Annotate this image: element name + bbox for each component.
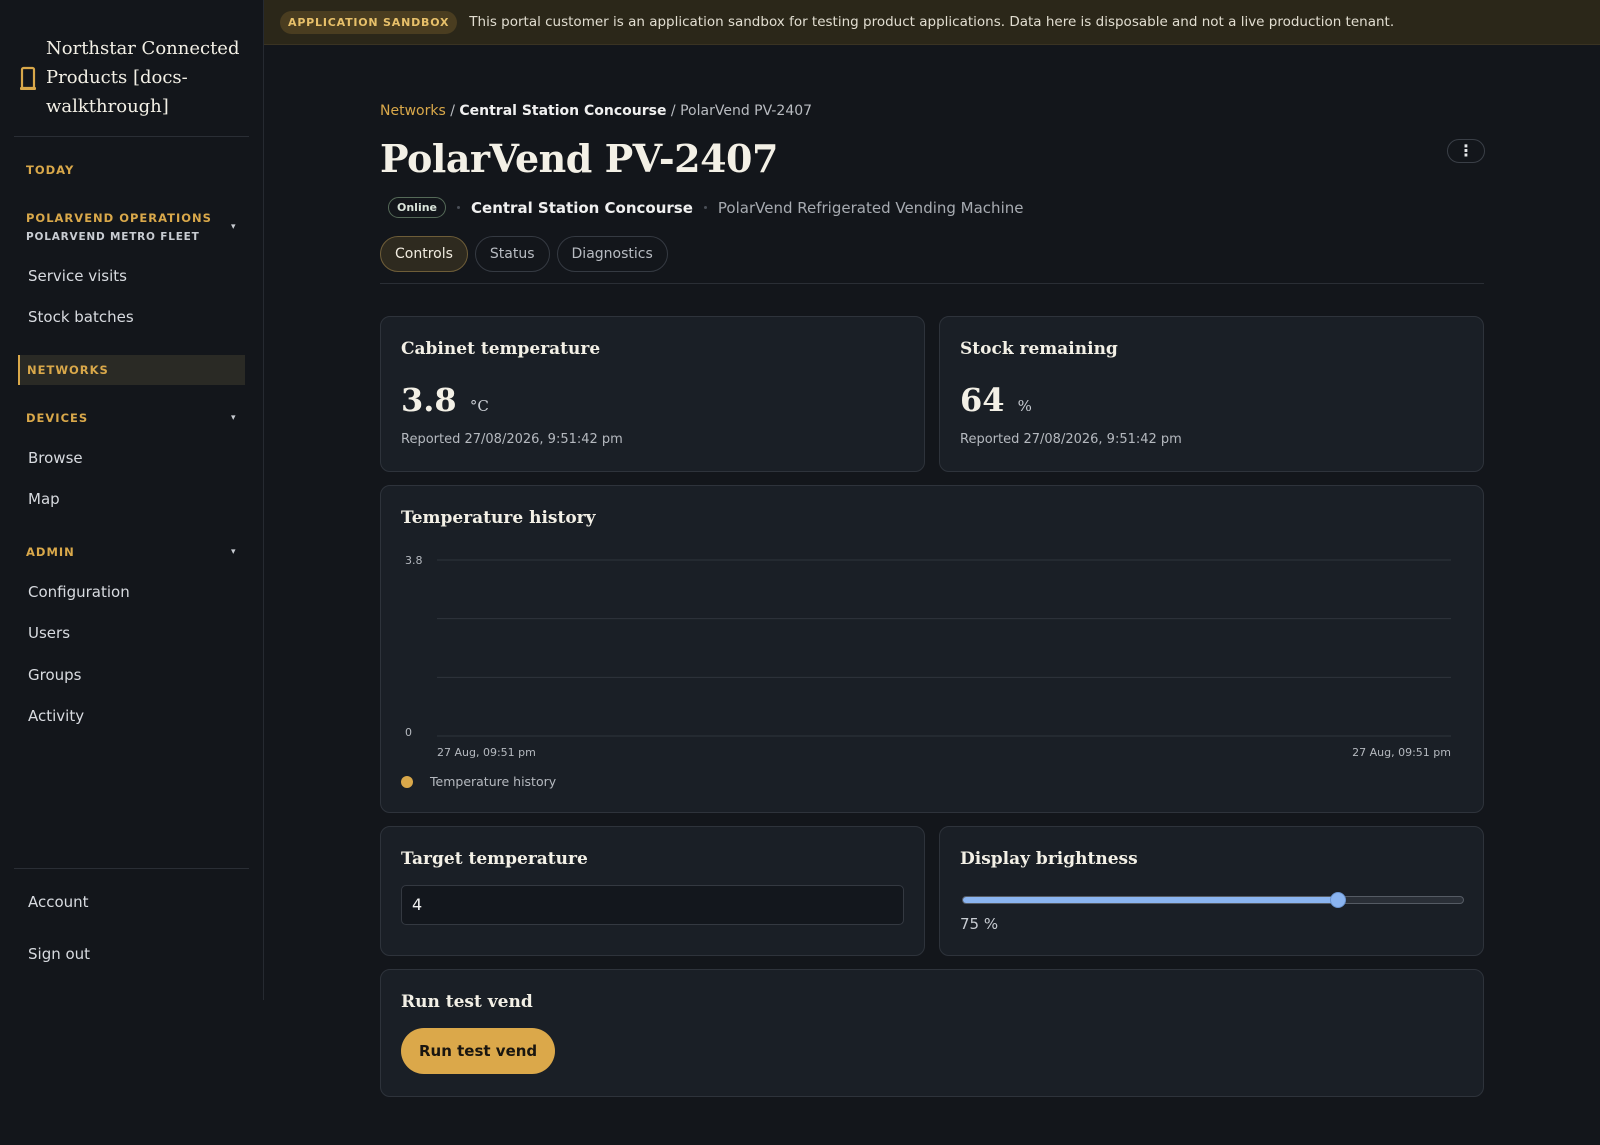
test-vend-card: Run test vend Run test vend xyxy=(380,969,1484,1097)
temperature-history-chart: 3.8 0 27 Aug, 09:51 pm 27 Aug, 09:51 pm xyxy=(405,554,1451,759)
vending-machine-icon xyxy=(20,66,36,90)
temperature-history-card: Temperature history 3.8 0 27 Aug, 09:51 pm… xyxy=(380,485,1484,813)
breadcrumb-separator: / xyxy=(666,103,681,119)
breadcrumb-separator: / xyxy=(445,103,460,119)
brand[interactable]: Northstar Connected Products [docs- walk… xyxy=(18,34,248,121)
reported-timestamp: Reported 27/08/2026, 9:51:42 pm xyxy=(401,432,623,447)
card-title: Display brightness xyxy=(960,849,1138,869)
x-tick-label: 27 Aug, 09:51 pm xyxy=(437,746,536,759)
tab-diagnostics[interactable]: Diagnostics xyxy=(556,236,668,272)
nav-devices-title[interactable]: DEVICES xyxy=(26,411,88,425)
display-brightness-card: Display brightness 75 % xyxy=(939,826,1484,956)
nav-item-account[interactable]: Account xyxy=(28,893,89,911)
sandbox-banner: APPLICATION SANDBOX This portal customer… xyxy=(264,0,1600,45)
legend-swatch xyxy=(401,775,413,788)
nav-item-configuration[interactable]: Configuration xyxy=(28,583,130,601)
device-location: Central Station Concourse xyxy=(471,198,693,217)
page-title: PolarVend PV-2407 xyxy=(380,136,778,181)
chart-legend: Temperature history xyxy=(401,774,556,789)
metric-value: 64 xyxy=(960,381,1005,419)
device-meta: Online Central Station Concourse PolarVe… xyxy=(388,197,1023,218)
brand-name: Northstar Connected Products [docs- walk… xyxy=(46,38,240,117)
separator-dot xyxy=(703,206,707,209)
nav-item-networks[interactable]: NETWORKS xyxy=(18,355,245,385)
sidebar: Northstar Connected Products [docs- walk… xyxy=(0,0,264,1000)
breadcrumb-current: PolarVend PV-2407 xyxy=(680,103,813,119)
cabinet-temperature-card: Cabinet temperature 3.8 °C Reported 27/0… xyxy=(380,316,925,472)
run-test-vend-button[interactable]: Run test vend xyxy=(401,1028,556,1074)
metric-value: 3.8 xyxy=(401,381,457,419)
device-model: PolarVend Refrigerated Vending Machine xyxy=(717,198,1024,217)
nav-item-service-visits[interactable]: Service visits xyxy=(28,267,127,285)
card-title: Run test vend xyxy=(401,992,533,1012)
breadcrumb-location[interactable]: Central Station Concourse xyxy=(459,103,666,119)
breadcrumb: Networks / Central Station Concourse / P… xyxy=(380,103,812,119)
stock-remaining-value: 64 % xyxy=(960,381,1032,419)
card-title: Stock remaining xyxy=(960,339,1118,359)
reported-timestamp: Reported 27/08/2026, 9:51:42 pm xyxy=(960,432,1182,447)
breadcrumb-networks[interactable]: Networks xyxy=(380,103,446,119)
metric-unit: °C xyxy=(469,397,489,415)
status-badge: Online xyxy=(388,197,447,218)
cabinet-temperature-value: 3.8 °C xyxy=(401,381,489,419)
separator-dot xyxy=(457,206,461,209)
legend-label: Temperature history xyxy=(430,774,557,789)
card-title: Cabinet temperature xyxy=(401,339,601,359)
nav-item-stock-batches[interactable]: Stock batches xyxy=(28,308,134,326)
more-options-icon[interactable]: ⋮ xyxy=(1447,139,1485,163)
tab-bar: Controls Status Diagnostics xyxy=(380,236,675,272)
card-title: Target temperature xyxy=(401,849,588,869)
nav-org-group[interactable]: POLARVEND OPERATIONS POLARVEND METRO FLE… xyxy=(26,211,212,243)
divider xyxy=(380,283,1484,284)
divider xyxy=(14,868,249,869)
tab-status[interactable]: Status xyxy=(474,236,550,272)
nav-org-subtitle: POLARVEND METRO FLEET xyxy=(26,231,200,243)
metric-unit: % xyxy=(1017,397,1032,415)
tab-controls[interactable]: Controls xyxy=(380,236,468,272)
slider-thumb[interactable] xyxy=(1330,892,1346,908)
y-tick-label: 3.8 xyxy=(405,554,423,567)
sandbox-badge: APPLICATION SANDBOX xyxy=(280,10,458,34)
target-temperature-card: Target temperature 4 xyxy=(380,826,925,956)
nav-item-map[interactable]: Map xyxy=(28,490,60,508)
chevron-down-icon[interactable]: ▾ xyxy=(231,413,236,423)
chevron-down-icon[interactable]: ▾ xyxy=(231,222,236,232)
nav-item-browse[interactable]: Browse xyxy=(28,449,83,467)
nav-today[interactable]: TODAY xyxy=(26,163,74,177)
nav-item-sign-out[interactable]: Sign out xyxy=(28,945,90,963)
nav-item-activity[interactable]: Activity xyxy=(28,707,84,725)
y-tick-label: 0 xyxy=(405,726,412,739)
stock-remaining-card: Stock remaining 64 % Reported 27/08/2026… xyxy=(939,316,1484,472)
brightness-slider[interactable] xyxy=(962,892,1464,908)
sandbox-banner-text: This portal customer is an application s… xyxy=(469,14,1395,30)
slider-fill xyxy=(963,897,1338,903)
nav-item-groups[interactable]: Groups xyxy=(28,666,81,684)
nav-item-users[interactable]: Users xyxy=(28,624,70,642)
nav-admin-title[interactable]: ADMIN xyxy=(26,545,75,559)
brightness-value: 75 % xyxy=(960,915,999,933)
chevron-down-icon[interactable]: ▾ xyxy=(231,547,236,557)
x-tick-label: 27 Aug, 09:51 pm xyxy=(1352,746,1451,759)
nav-org-title: POLARVEND OPERATIONS xyxy=(26,211,212,225)
target-temperature-input[interactable]: 4 xyxy=(401,885,904,925)
divider xyxy=(14,136,249,137)
